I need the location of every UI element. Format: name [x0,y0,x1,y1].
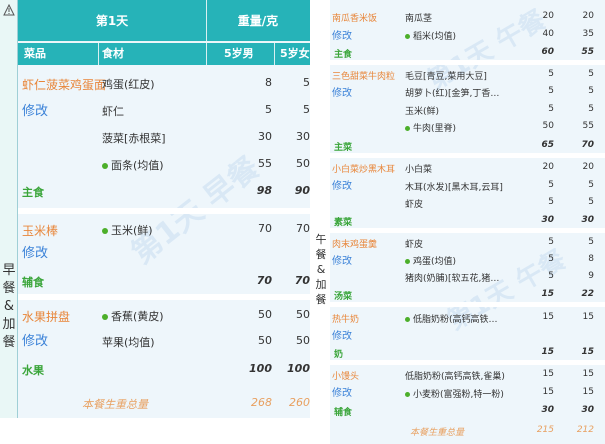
meal-total-male: 268 [251,396,272,409]
ingredient: 面条(均值) [102,157,164,173]
edit-link[interactable]: 修改 [22,242,48,261]
subtotal-label: 水果 [22,364,44,377]
meal-label: 午餐&加餐 [315,233,327,306]
breakfast-table-body: 第1天 早餐 虾仁菠菜鸡蛋面 修改 鸡蛋(红皮) 8 5 虾仁 5 5 菠菜[赤… [18,66,310,418]
subtotal-label: 素菜 [334,218,353,228]
meal-label: 早餐&加餐 [2,263,16,350]
subtotal-label: 主食 [334,50,353,60]
dish-name: 水果拼盘 [22,310,71,324]
weight-header: 重量/克 [237,14,279,28]
green-dot-icon [405,126,410,131]
subtotal-label: 主食 [22,186,44,199]
dish-name: 肉末鸡蛋羹 [332,240,378,250]
ingredient: 虾仁 [102,105,124,118]
col-dish: 菜品 [24,47,46,60]
dish-name: 虾仁菠菜鸡蛋面 [22,78,107,92]
subtotal-label: 汤菜 [334,292,353,302]
meal-side-column: 午餐&加餐 [312,0,330,444]
dish-name: 三色甜菜牛肉粒 [332,72,396,82]
col-ingredient: 食材 [102,47,124,60]
meal-total-row: 本餐生重总量 215 212 [330,422,605,444]
table-header-top: 第1天 重量/克 [18,0,310,42]
ingredient: 菠菜[赤根菜] [102,132,166,145]
meal-total-row: 本餐生重总量 268 260 [18,388,310,418]
table-header-columns: 菜品 食材 5岁男 5岁女 [18,43,310,65]
green-dot-icon [405,34,410,39]
lunch-panel: 午餐&加餐 第1天 午餐 第1天 午餐 南瓜香米饭 修改 南瓜茎 20 20 稻… [312,0,605,444]
subtotal-label: 辅食 [334,408,353,418]
edit-link[interactable]: 修改 [332,384,352,399]
meal-total-male: 215 [536,425,554,435]
green-dot-icon [405,392,410,397]
green-dot-icon [405,317,410,322]
dish-name: 南瓜香米饭 [332,14,378,24]
ingredient: 苹果(均值) [102,336,155,349]
meal-total-female: 260 [289,396,310,409]
ingredient: 香蕉(黄皮) [102,308,164,324]
edit-link[interactable]: 修改 [332,252,352,267]
day-header: 第1天 [95,14,129,28]
edit-link[interactable]: 修改 [332,327,352,342]
edit-link[interactable]: 修改 [332,84,352,99]
meal-plan-screen: 早餐&加餐 第1天 重量/克 菜品 食材 5岁男 5岁女 第1天 早餐 虾仁菠菜… [0,0,605,444]
subtotal-label: 主菜 [334,143,353,153]
meal-total-label: 本餐生重总量 [410,428,465,438]
breakfast-panel: 早餐&加餐 第1天 重量/克 菜品 食材 5岁男 5岁女 第1天 早餐 虾仁菠菜… [0,0,310,418]
dish-name: 小白菜炒黑木耳 [332,165,396,175]
col-age5-female: 5岁女 [280,47,310,60]
edit-link[interactable]: 修改 [332,27,352,42]
meal-total-female: 212 [576,425,594,435]
green-dot-icon [102,314,108,320]
meal-total-label: 本餐生重总量 [82,398,148,411]
edit-link[interactable]: 修改 [22,100,48,119]
subtotal-label: 奶 [334,350,344,360]
dish-name: 小馒头 [332,372,360,382]
ingredient: 玉米(鲜) [102,222,153,238]
dish-name: 玉米棒 [22,224,59,238]
green-dot-icon [405,259,410,264]
lunch-table-body: 第1天 午餐 第1天 午餐 南瓜香米饭 修改 南瓜茎 20 20 稻米(均值) … [330,0,605,444]
meal-side-column: 早餐&加餐 [0,0,18,418]
green-dot-icon [102,163,108,169]
col-age5-male: 5岁男 [224,47,254,60]
edit-link[interactable]: 修改 [22,330,48,349]
green-dot-icon [102,228,108,234]
warning-icon [3,4,15,16]
edit-link[interactable]: 修改 [332,177,352,192]
dish-name: 热牛奶 [332,315,360,325]
subtotal-label: 辅食 [22,276,44,289]
ingredient: 鸡蛋(红皮) [102,78,155,91]
